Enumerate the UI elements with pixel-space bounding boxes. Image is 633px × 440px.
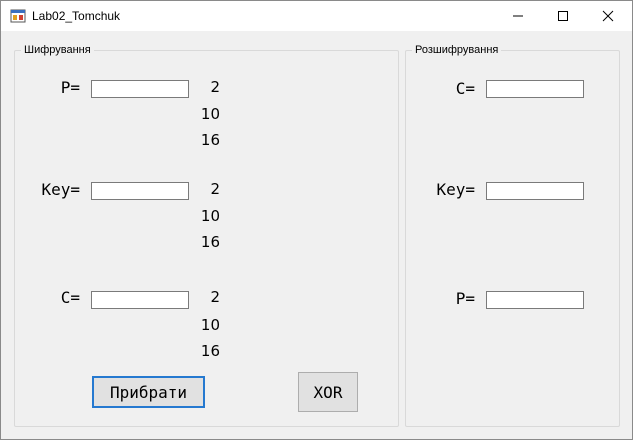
xor-button[interactable]: XOR — [298, 372, 358, 412]
enc-p-input[interactable] — [91, 80, 189, 98]
maximize-icon — [558, 11, 568, 21]
dec-c-input[interactable] — [486, 80, 584, 98]
minimize-icon — [513, 15, 523, 17]
enc-c-label: C= — [60, 288, 80, 307]
enc-key-base-10: 10 — [200, 207, 220, 225]
enc-key-input[interactable] — [91, 182, 189, 200]
main-window: Lab02_Tomchuk Шифрування P= 2 10 16 Key=… — [0, 0, 633, 440]
enc-p-base-10: 10 — [200, 105, 220, 123]
dec-p-input[interactable] — [486, 291, 584, 309]
decrypt-groupbox: Розшифрування — [405, 44, 620, 427]
enc-key-base-2: 2 — [210, 180, 220, 198]
enc-c-base-2: 2 — [210, 288, 220, 306]
maximize-button[interactable] — [540, 1, 586, 31]
window-title: Lab02_Tomchuk — [32, 9, 121, 23]
enc-key-base-16: 16 — [200, 233, 220, 251]
enc-c-input[interactable] — [91, 291, 189, 309]
app-icon — [10, 9, 26, 23]
close-button[interactable] — [585, 1, 631, 31]
enc-c-base-16: 16 — [200, 342, 220, 360]
enc-p-base-2: 2 — [210, 78, 220, 96]
dec-c-label: C= — [455, 79, 475, 98]
close-icon — [602, 10, 614, 22]
dec-p-label: P= — [455, 289, 475, 308]
title-bar[interactable]: Lab02_Tomchuk — [1, 1, 632, 31]
encrypt-group-title: Шифрування — [21, 44, 94, 56]
clear-button[interactable]: Прибрати — [92, 376, 205, 408]
dec-key-input[interactable] — [486, 182, 584, 200]
enc-key-label: Key= — [41, 180, 80, 199]
enc-p-base-16: 16 — [200, 131, 220, 149]
decrypt-group-title: Розшифрування — [412, 44, 502, 56]
minimize-button[interactable] — [495, 1, 541, 31]
enc-p-label: P= — [60, 78, 80, 97]
enc-c-base-10: 10 — [200, 316, 220, 334]
dec-key-label: Key= — [436, 180, 475, 199]
